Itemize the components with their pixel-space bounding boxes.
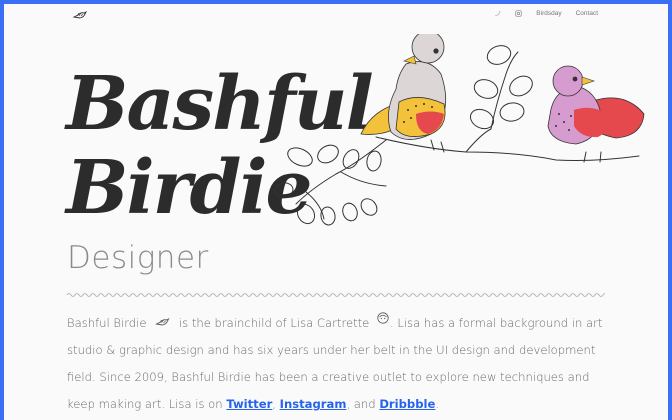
top-navigation: Birdsday Contact xyxy=(4,4,668,26)
avatar-icon xyxy=(377,312,389,324)
bio-brand-name: Bashful Birdie xyxy=(67,316,147,330)
dribbble-link[interactable]: Dribbble xyxy=(379,397,435,411)
twitter-icon[interactable] xyxy=(494,10,501,17)
twitter-link[interactable]: Twitter xyxy=(226,397,272,411)
nav-links: Birdsday Contact xyxy=(494,10,598,17)
bio-paragraph: Bashful Birdie is the brainchild of Lisa… xyxy=(67,310,607,418)
instagram-link[interactable]: Instagram xyxy=(280,397,347,411)
hero-subtitle: Designer xyxy=(67,240,209,276)
bio-sep-2: , and xyxy=(346,397,376,411)
bird-logo-icon xyxy=(155,317,170,326)
bird-logo-icon[interactable] xyxy=(72,9,88,21)
nav-link-contact[interactable]: Contact xyxy=(576,10,598,17)
wavy-divider xyxy=(67,293,605,297)
bio-sep-1: , xyxy=(272,397,276,411)
instagram-icon[interactable] xyxy=(515,10,522,17)
bio-end: . xyxy=(435,397,440,411)
bio-text-1: is the brainchild of Lisa Cartrette xyxy=(178,316,370,330)
birds-on-branch-illustration xyxy=(274,34,645,226)
nav-link-birdsday[interactable]: Birdsday xyxy=(536,10,561,17)
page-frame: Birdsday Contact Bashful Birdie Designer… xyxy=(4,4,668,420)
